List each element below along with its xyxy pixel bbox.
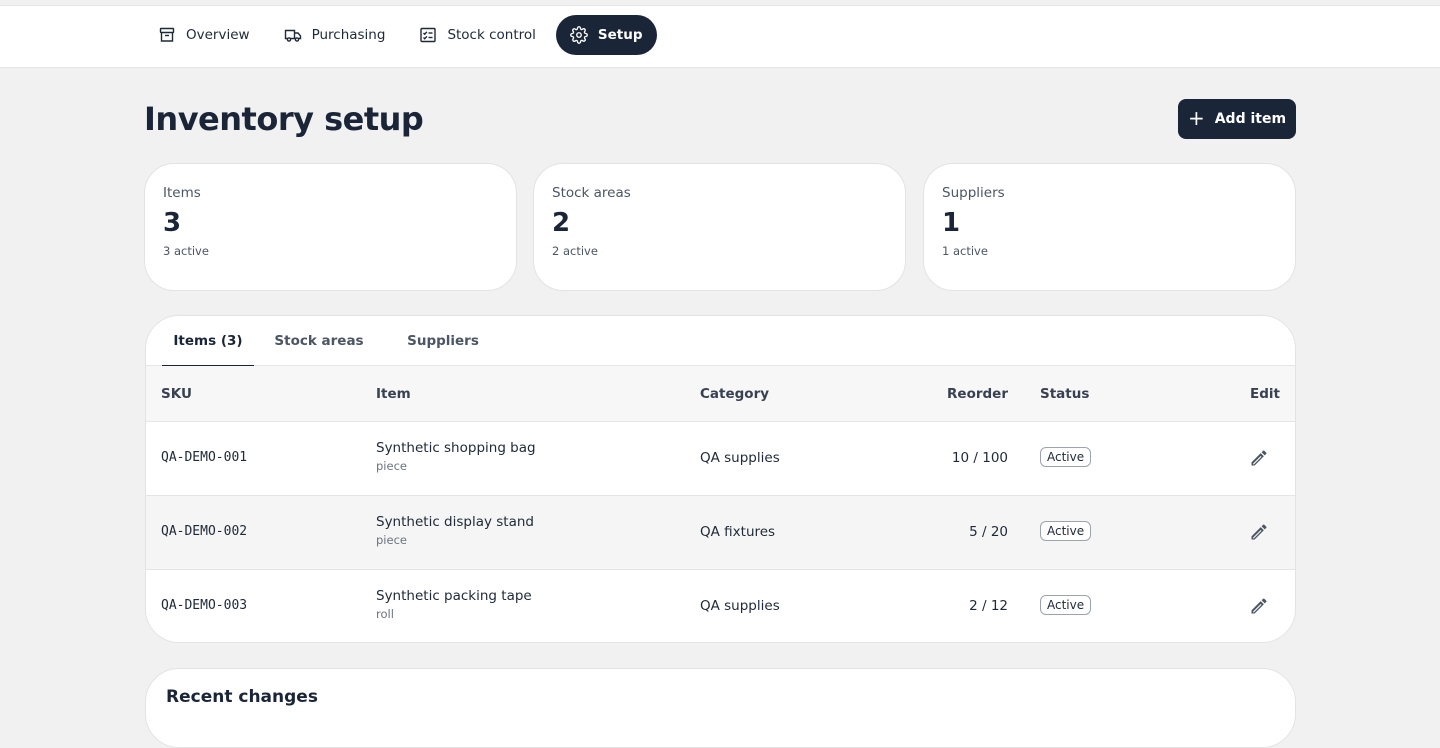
reorder-cell: 5 / 20 [969,524,1008,540]
stat-label: Stock areas [552,185,631,201]
edit-button[interactable] [1249,596,1269,620]
tab-items[interactable]: Items (3) [162,316,254,367]
items-panel: Items (3) Stock areas (2) Suppliers (1) … [145,315,1296,643]
status-badge: Active [1040,521,1092,541]
main-nav: Overview Purchasing Stock control Setup [144,15,657,55]
column-header-category: Category [700,386,770,402]
category-cell: QA supplies [700,598,780,614]
stat-value: 1 [942,208,961,238]
column-header-reorder: Reorder [947,386,1008,402]
truck-icon [284,26,302,44]
category-cell: QA fixtures [700,524,776,540]
tab-stock-areas[interactable]: Stock areas (2) [266,316,372,399]
plus-icon: + [1187,106,1205,130]
add-item-label: Add item [1214,111,1287,127]
stat-card-items: Items 3 3 active [144,163,517,291]
item-name: Synthetic shopping bag [376,440,536,456]
table-row[interactable]: QA-DEMO-003 Synthetic packing tape roll … [146,570,1295,642]
stat-value: 3 [163,208,182,238]
item-cell: Synthetic packing tape roll [376,588,532,621]
nav-item-setup[interactable]: Setup [555,15,657,55]
tab-suppliers[interactable]: Suppliers (1) [396,316,490,399]
add-item-button[interactable]: + Add item [1178,99,1296,139]
nav-item-overview[interactable]: Overview [144,15,264,55]
item-cell: Synthetic display stand piece [376,514,534,547]
item-name: Synthetic packing tape [376,588,532,604]
table-row[interactable]: QA-DEMO-002 Synthetic display stand piec… [146,496,1295,570]
item-unit: roll [376,607,394,621]
item-cell: Synthetic shopping bag piece [376,440,536,473]
nav-item-label: Purchasing [311,27,386,43]
stat-subtext: 2 active [552,244,598,258]
table-header: SKU Item Category Reorder Status Edit [146,366,1295,422]
column-header-edit: Edit [1250,386,1280,402]
status-cell: Active [1040,521,1092,541]
nav-item-label: Setup [597,27,643,43]
column-header-status: Status [1040,386,1090,402]
archive-icon [158,26,176,44]
stat-label: Suppliers [942,185,1005,201]
sku-cell: QA-DEMO-003 [161,598,248,613]
edit-button[interactable] [1249,522,1269,546]
column-header-sku: SKU [161,386,192,402]
nav-item-purchasing[interactable]: Purchasing [270,15,400,55]
sku-cell: QA-DEMO-001 [161,450,248,465]
category-cell: QA supplies [700,450,780,466]
nav-item-stock-control[interactable]: Stock control [405,15,549,55]
stat-subtext: 1 active [942,244,988,258]
item-unit: piece [376,459,407,473]
edit-button[interactable] [1249,448,1269,472]
pencil-icon [1251,598,1267,614]
item-name: Synthetic display stand [376,514,534,530]
nav-item-label: Overview [186,27,250,43]
page-title: Inventory setup [144,100,424,138]
item-unit: piece [376,533,407,547]
status-cell: Active [1040,595,1092,615]
nav-item-label: Stock control [447,27,536,43]
status-badge: Active [1040,447,1092,467]
pencil-icon [1251,524,1267,540]
checklist-icon [419,26,437,44]
top-navigation-bar: Overview Purchasing Stock control Setup [0,5,1440,68]
recent-changes-title: Recent changes [166,687,318,707]
stat-subtext: 3 active [163,244,209,258]
recent-changes-panel: Recent changes [145,668,1296,748]
tab-bar: Items (3) Stock areas (2) Suppliers (1) [146,316,1295,399]
gear-icon [570,26,588,44]
table-row[interactable]: QA-DEMO-001 Synthetic shopping bag piece… [146,422,1295,496]
pencil-icon [1251,450,1267,466]
reorder-cell: 2 / 12 [969,598,1008,614]
column-header-item: Item [376,386,411,402]
stat-card-suppliers: Suppliers 1 1 active [923,163,1296,291]
stat-card-stock-areas: Stock areas 2 2 active [533,163,906,291]
sku-cell: QA-DEMO-002 [161,524,248,539]
stat-label: Items [163,185,201,201]
status-cell: Active [1040,447,1092,467]
status-badge: Active [1040,595,1092,615]
stat-value: 2 [552,208,571,238]
reorder-cell: 10 / 100 [951,450,1008,466]
